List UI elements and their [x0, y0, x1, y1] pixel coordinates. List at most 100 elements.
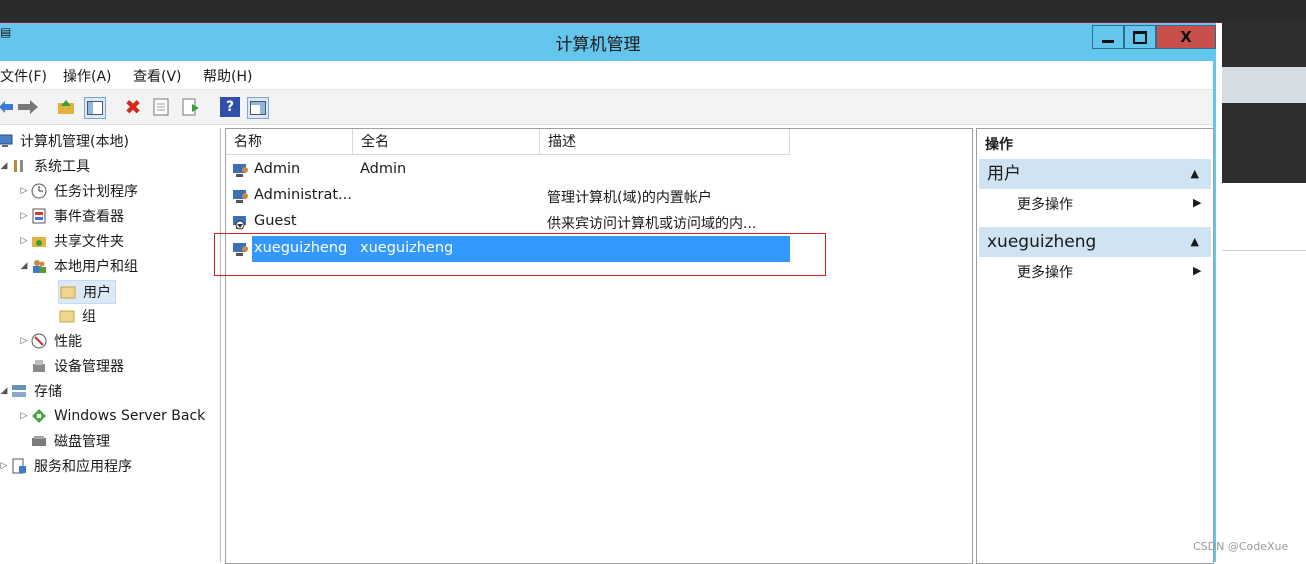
expand-icon[interactable]: ▷ — [18, 211, 30, 221]
tree-item-task-scheduler[interactable]: ▷ 任务计划程序 — [18, 180, 138, 202]
tree-item-shared-folders[interactable]: ▷ 共享文件夹 — [18, 230, 124, 252]
tree-item-services-applications[interactable]: ▷ 服务和应用程序 — [0, 455, 132, 477]
delete-icon[interactable]: ✖ — [123, 95, 143, 119]
title-bar[interactable]: ▤ 计算机管理 X — [0, 23, 1216, 61]
collapse-icon[interactable]: ▲ — [1191, 227, 1199, 257]
folder-icon — [59, 283, 77, 301]
cell-name: Admin — [254, 161, 301, 177]
cell-name: Guest — [254, 213, 297, 229]
computer-icon — [0, 132, 14, 150]
table-row[interactable]: Administrat... 管理计算机(域)的内置帐户 — [226, 183, 791, 209]
shared-folder-icon — [30, 232, 48, 250]
menu-action[interactable]: 操作(A) — [63, 66, 112, 86]
background-window-dark-band — [1222, 22, 1306, 67]
background-window-dark-band-2 — [1222, 103, 1306, 183]
expand-icon[interactable]: ▷ — [18, 186, 30, 196]
back-icon[interactable] — [0, 97, 16, 117]
table-row[interactable]: Admin Admin — [226, 157, 791, 183]
show-hide-action-pane-icon[interactable] — [247, 97, 269, 119]
services-icon — [10, 457, 28, 475]
tree-item-performance[interactable]: ▷ 性能 — [18, 330, 82, 352]
action-more-actions-user[interactable]: 更多操作 — [1017, 262, 1073, 282]
minimize-icon — [1102, 39, 1114, 43]
tree-item-event-viewer[interactable]: ▷ 事件查看器 — [18, 205, 124, 227]
expand-icon[interactable]: ▷ — [18, 236, 30, 246]
background-window-band — [1222, 67, 1306, 103]
menu-help[interactable]: 帮助(H) — [203, 66, 252, 86]
column-header-name[interactable]: 名称 — [226, 129, 353, 155]
toolbar: ✖ ? — [0, 89, 1213, 125]
collapse-icon[interactable]: ◢ — [0, 386, 10, 396]
backup-icon — [30, 407, 48, 425]
collapse-icon[interactable]: ◢ — [0, 161, 10, 171]
cell-fullname: Admin — [360, 161, 407, 177]
computer-management-window: ▤ 计算机管理 X 文件(F) 操作(A) 查看(V) 帮助(H) ✖ ? 计算… — [0, 23, 1216, 564]
annotation-highlight-box — [214, 233, 826, 276]
tools-icon — [10, 157, 28, 175]
table-row[interactable]: Guest 供来宾访问计算机或访问域的内... — [226, 209, 791, 235]
actions-pane: 操作 用户 ▲ 更多操作 ▶ xueguizheng ▲ 更多操作 ▶ — [976, 128, 1214, 564]
minimize-button[interactable] — [1092, 25, 1124, 49]
expand-icon[interactable]: ▷ — [18, 411, 30, 421]
user-list: 名称 全名 描述 Admin Admin Administrat... 管理计算… — [225, 128, 973, 564]
watermark: CSDN @CodeXue — [1193, 540, 1289, 553]
tree-label: 计算机管理(本地) — [20, 134, 129, 150]
expand-icon[interactable]: ▷ — [18, 336, 30, 346]
up-folder-icon[interactable] — [56, 97, 76, 117]
tree-label: 存储 — [34, 384, 62, 400]
section-title: 用户 — [987, 164, 1021, 184]
export-list-icon[interactable] — [181, 97, 201, 117]
expand-icon[interactable]: ▷ — [0, 461, 10, 471]
properties-icon[interactable] — [151, 97, 171, 117]
menu-file[interactable]: 文件(F) — [0, 66, 47, 86]
tree-label: Windows Server Back — [54, 408, 206, 424]
close-icon: X — [1180, 28, 1192, 46]
user-icon — [233, 164, 248, 177]
show-hide-tree-icon[interactable] — [84, 97, 106, 119]
tree-label: 共享文件夹 — [54, 234, 124, 250]
action-more-actions-users[interactable]: 更多操作 — [1017, 194, 1073, 214]
tree-label: 设备管理器 — [54, 359, 124, 375]
column-header-description[interactable]: 描述 — [540, 129, 790, 155]
device-manager-icon — [30, 357, 48, 375]
action-section-selected-user[interactable]: xueguizheng ▲ — [979, 227, 1211, 257]
submenu-arrow-icon[interactable]: ▶ — [1193, 264, 1201, 277]
user-icon — [233, 190, 248, 203]
tree-label: 磁盘管理 — [54, 434, 110, 450]
event-viewer-icon — [30, 207, 48, 225]
maximize-button[interactable] — [1124, 25, 1156, 49]
tree-item-storage[interactable]: ◢ 存储 — [0, 380, 62, 402]
column-header-fullname[interactable]: 全名 — [353, 129, 540, 155]
collapse-icon[interactable]: ◢ — [18, 261, 30, 271]
clock-icon — [30, 182, 48, 200]
tree-item-device-manager[interactable]: 设备管理器 — [30, 355, 124, 377]
section-title: xueguizheng — [987, 232, 1097, 252]
help-icon[interactable]: ? — [220, 97, 240, 117]
tree-item-system-tools[interactable]: ◢ 系统工具 — [0, 155, 90, 177]
disk-icon — [30, 432, 48, 450]
tree-item-disk-management[interactable]: 磁盘管理 — [30, 430, 110, 452]
desktop-top-strip — [0, 0, 1306, 23]
storage-icon — [10, 382, 28, 400]
tree-label: 系统工具 — [34, 159, 90, 175]
performance-icon — [30, 332, 48, 350]
tree-label: 用户 — [83, 285, 111, 301]
tree-label: 本地用户和组 — [54, 259, 138, 275]
forward-icon[interactable] — [18, 97, 38, 117]
tree-item-computer-management[interactable]: 计算机管理(本地) — [0, 130, 129, 152]
users-group-icon — [30, 257, 48, 275]
tree-item-local-users-groups[interactable]: ◢ 本地用户和组 — [18, 255, 138, 277]
menu-view[interactable]: 查看(V) — [133, 66, 182, 86]
submenu-arrow-icon[interactable]: ▶ — [1193, 196, 1201, 209]
tree-label: 服务和应用程序 — [34, 459, 132, 475]
collapse-icon[interactable]: ▲ — [1191, 159, 1199, 189]
tree-item-windows-server-backup[interactable]: ▷ Windows Server Back — [18, 405, 206, 427]
close-button[interactable]: X — [1156, 25, 1216, 49]
window-title: 计算机管理 — [555, 35, 641, 55]
tree-item-users[interactable]: 用户 — [58, 280, 116, 304]
maximize-icon — [1133, 30, 1147, 44]
folder-icon — [58, 307, 76, 325]
tree-label: 性能 — [54, 334, 82, 350]
action-section-users[interactable]: 用户 ▲ — [979, 159, 1211, 189]
tree-item-groups[interactable]: 组 — [58, 305, 96, 327]
